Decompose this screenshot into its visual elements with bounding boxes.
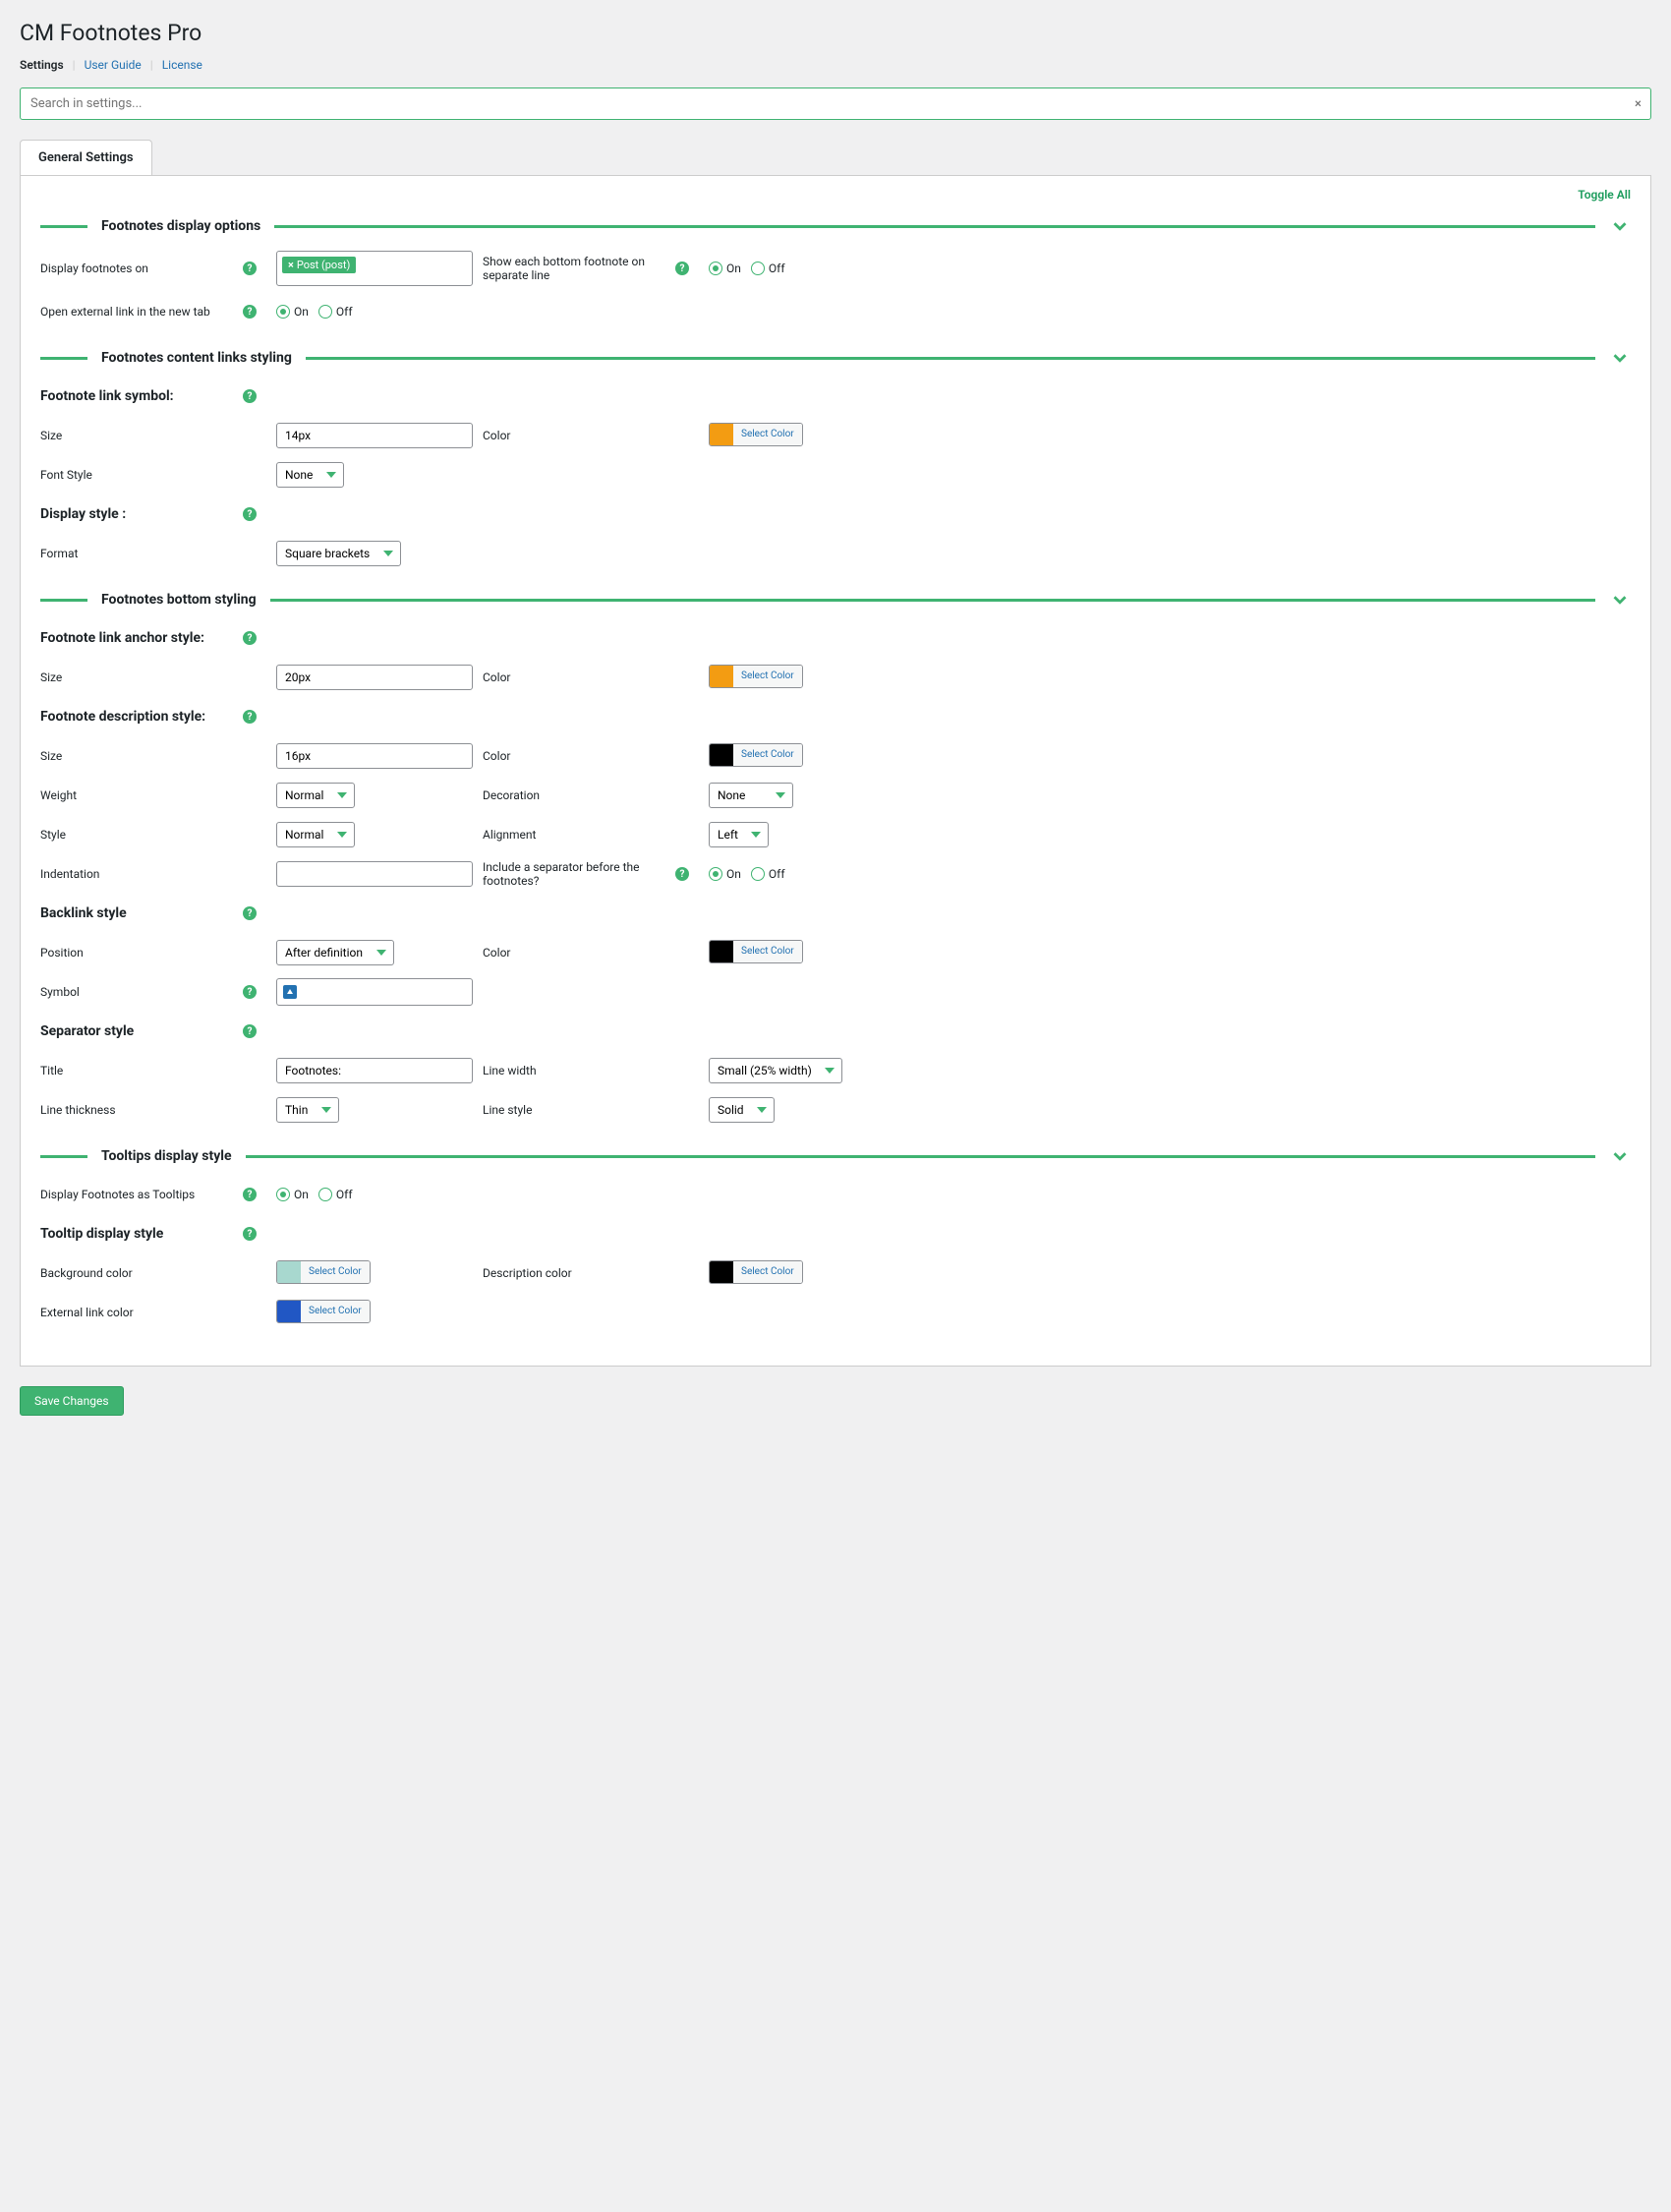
label-title: Title: [40, 1064, 63, 1077]
nav-settings[interactable]: Settings: [20, 58, 64, 72]
heading-display-style: Display style :: [40, 506, 126, 522]
label-symbol: Symbol: [40, 985, 80, 999]
label-backlink-color: Color: [483, 946, 510, 960]
page-title: CM Footnotes Pro: [20, 20, 1651, 46]
tab-general-settings[interactable]: General Settings: [20, 140, 152, 175]
alignment-select[interactable]: Left: [709, 822, 769, 847]
settings-panel: Toggle All Footnotes display options Dis…: [20, 175, 1651, 1367]
label-weight: Weight: [40, 788, 77, 802]
help-icon[interactable]: ?: [243, 389, 257, 403]
label-external-link: Open external link in the new tab: [40, 305, 210, 319]
help-icon[interactable]: ?: [243, 507, 257, 521]
label-size: Size: [40, 429, 62, 442]
help-icon[interactable]: ?: [243, 305, 257, 319]
tag-remove-icon[interactable]: ×: [288, 259, 294, 271]
section-header-content-links: Footnotes content links styling: [40, 347, 1631, 369]
nav-user-guide[interactable]: User Guide: [85, 58, 142, 72]
label-color: Color: [483, 429, 510, 442]
line-width-select[interactable]: Small (25% width): [709, 1058, 842, 1083]
separator-title-input[interactable]: [276, 1058, 473, 1083]
heading-anchor-style: Footnote link anchor style:: [40, 630, 204, 646]
heading-backlink-style: Backlink style: [40, 905, 127, 921]
help-icon[interactable]: ?: [243, 906, 257, 920]
display-on-tag-input[interactable]: ×Post (post): [276, 251, 473, 286]
link-size-input[interactable]: [276, 423, 473, 448]
label-alignment: Alignment: [483, 828, 536, 842]
desc-size-input[interactable]: [276, 743, 473, 769]
label-bg-color: Background color: [40, 1266, 133, 1280]
help-icon[interactable]: ?: [675, 867, 689, 881]
label-style: Style: [40, 828, 66, 842]
label-tooltip-desc-color: Description color: [483, 1266, 572, 1280]
symbol-input[interactable]: [276, 978, 473, 1006]
help-icon[interactable]: ?: [243, 985, 257, 999]
label-line-width: Line width: [483, 1064, 537, 1077]
label-display-footnotes-on: Display footnotes on: [40, 262, 148, 275]
separator-radio[interactable]: On Off: [709, 867, 925, 881]
help-icon[interactable]: ?: [675, 262, 689, 275]
indentation-input[interactable]: [276, 861, 473, 887]
label-ext-link-color: External link color: [40, 1306, 134, 1319]
label-desc-color: Color: [483, 749, 510, 763]
label-position: Position: [40, 946, 84, 960]
label-desc-size: Size: [40, 749, 62, 763]
chevron-down-icon[interactable]: [1609, 1145, 1631, 1167]
nav-license[interactable]: License: [162, 58, 202, 72]
toggle-all-button[interactable]: Toggle All: [1578, 188, 1631, 202]
anchor-color-picker[interactable]: Select Color: [709, 665, 803, 688]
label-format: Format: [40, 547, 78, 560]
decoration-select[interactable]: None: [709, 783, 793, 808]
section-header-display-options: Footnotes display options: [40, 215, 1631, 237]
search-clear-icon[interactable]: ×: [1635, 96, 1642, 111]
chevron-down-icon[interactable]: [1609, 589, 1631, 611]
section-header-tooltips: Tooltips display style: [40, 1145, 1631, 1167]
external-link-radio[interactable]: On Off: [276, 305, 473, 319]
save-button[interactable]: Save Changes: [20, 1386, 124, 1416]
link-color-picker[interactable]: Select Color: [709, 423, 803, 446]
up-arrow-icon: [283, 985, 297, 999]
tooltip-bg-color-picker[interactable]: Select Color: [276, 1260, 371, 1284]
section-header-bottom-styling: Footnotes bottom styling: [40, 589, 1631, 611]
label-decoration: Decoration: [483, 788, 540, 802]
label-line-style: Line style: [483, 1103, 532, 1117]
label-separate-line: Show each bottom footnote on separate li…: [483, 255, 675, 282]
label-display-tooltips: Display Footnotes as Tooltips: [40, 1188, 195, 1201]
display-tooltips-radio[interactable]: On Off: [276, 1188, 473, 1201]
anchor-size-input[interactable]: [276, 665, 473, 690]
label-line-thickness: Line thickness: [40, 1103, 116, 1117]
style-select[interactable]: Normal: [276, 822, 355, 847]
search-input[interactable]: [20, 87, 1651, 120]
position-select[interactable]: After definition: [276, 940, 394, 965]
tooltip-desc-color-picker[interactable]: Select Color: [709, 1260, 803, 1284]
chevron-down-icon[interactable]: [1609, 215, 1631, 237]
help-icon[interactable]: ?: [243, 262, 257, 275]
label-anchor-color: Color: [483, 670, 510, 684]
chevron-down-icon[interactable]: [1609, 347, 1631, 369]
heading-desc-style: Footnote description style:: [40, 709, 205, 725]
label-anchor-size: Size: [40, 670, 62, 684]
heading-tooltip-style: Tooltip display style: [40, 1226, 163, 1242]
backlink-color-picker[interactable]: Select Color: [709, 940, 803, 963]
help-icon[interactable]: ?: [243, 1227, 257, 1241]
label-font-style: Font Style: [40, 468, 92, 482]
label-include-separator: Include a separator before the footnotes…: [483, 860, 675, 888]
help-icon[interactable]: ?: [243, 1188, 257, 1201]
line-style-select[interactable]: Solid: [709, 1097, 775, 1123]
help-icon[interactable]: ?: [243, 710, 257, 724]
help-icon[interactable]: ?: [243, 1024, 257, 1038]
sub-nav: Settings | User Guide | License: [20, 58, 1651, 72]
line-thickness-select[interactable]: Thin: [276, 1097, 339, 1123]
heading-footnote-link-symbol: Footnote link symbol:: [40, 388, 174, 404]
weight-select[interactable]: Normal: [276, 783, 355, 808]
help-icon[interactable]: ?: [243, 631, 257, 645]
ext-link-color-picker[interactable]: Select Color: [276, 1300, 371, 1323]
label-indentation: Indentation: [40, 867, 99, 881]
font-style-select[interactable]: None: [276, 462, 344, 488]
heading-separator-style: Separator style: [40, 1023, 134, 1039]
desc-color-picker[interactable]: Select Color: [709, 743, 803, 767]
separate-line-radio[interactable]: On Off: [709, 262, 925, 275]
format-select[interactable]: Square brackets: [276, 541, 401, 566]
